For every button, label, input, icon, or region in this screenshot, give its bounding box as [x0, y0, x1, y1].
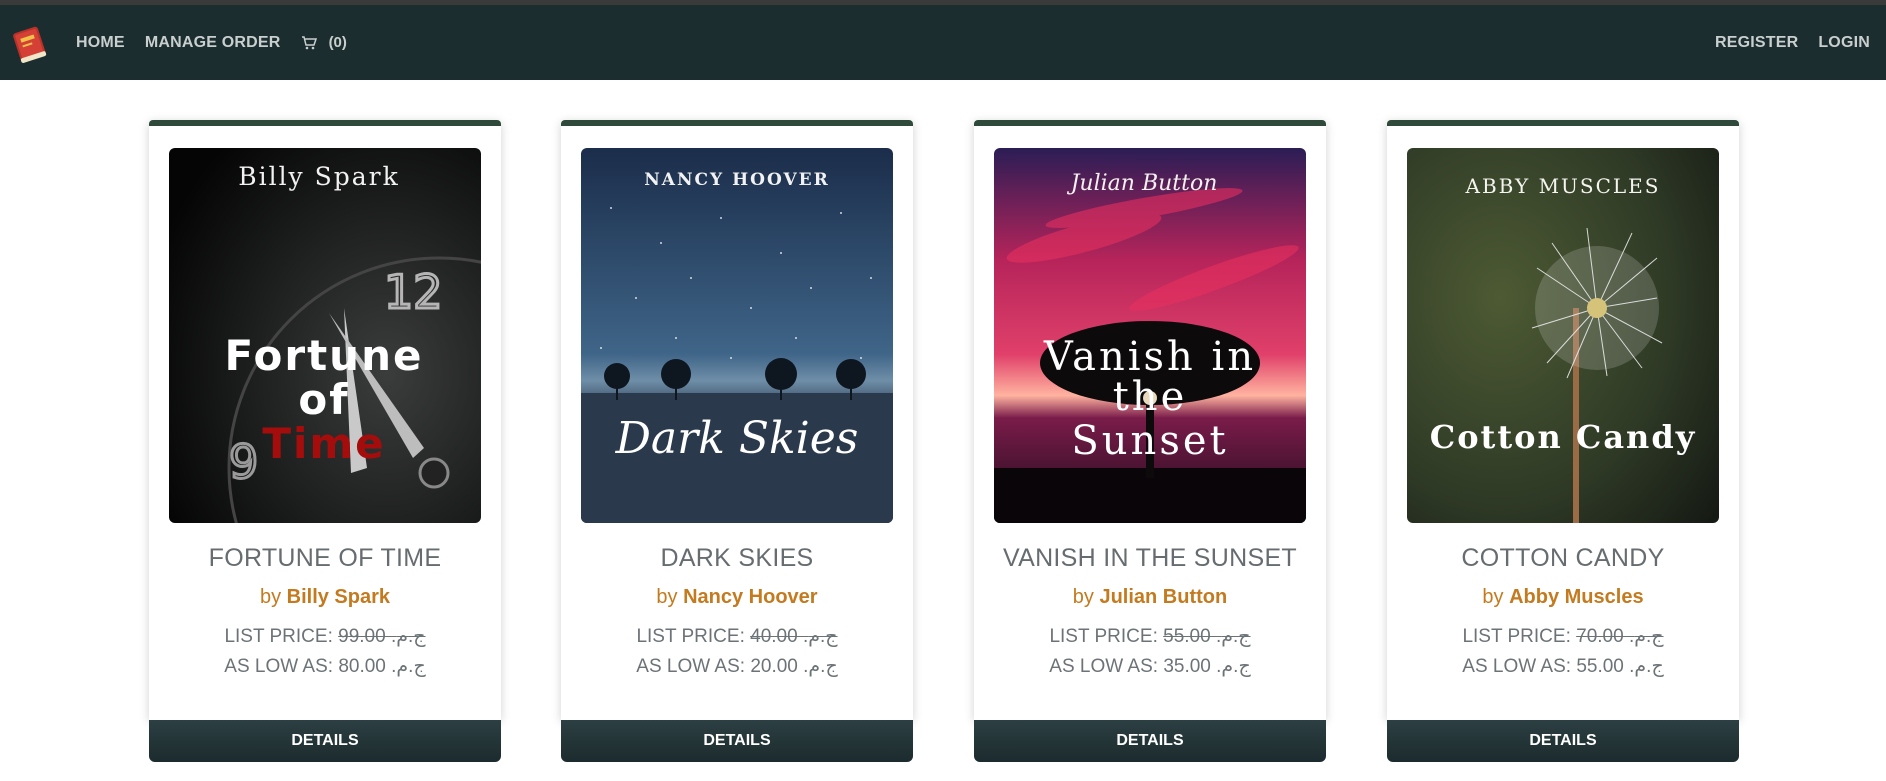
list-price-line: LIST PRICE: 55.00 .ج.م	[974, 625, 1326, 648]
svg-text:9: 9	[229, 435, 258, 489]
list-price-value: 55.00 .ج.م	[1163, 626, 1251, 647]
book-author: Abby Muscles	[1509, 586, 1644, 608]
details-button[interactable]: DETAILS	[1387, 720, 1739, 762]
list-price-line: LIST PRICE: 99.00 .ج.م	[149, 625, 501, 648]
book-author-line: by Abby Muscles	[1387, 586, 1739, 609]
low-price-label: AS LOW AS:	[1462, 656, 1572, 677]
cover-title-line-2: the	[1113, 374, 1188, 420]
low-price-value: 35.00 .ج.م	[1163, 656, 1251, 677]
book-author-line: by Julian Button	[974, 586, 1326, 609]
navbar: HOME MANAGE ORDER (0) REGISTER LOGIN	[0, 5, 1886, 80]
book-card-body: Julian Button Vanish in the Sunset VANIS…	[974, 120, 1326, 720]
low-price-value: 80.00 .ج.م	[338, 656, 426, 677]
book-cover-image[interactable]: NANCY HOOVER Dark Skies	[581, 148, 893, 523]
book-author: Nancy Hoover	[683, 586, 818, 608]
details-button[interactable]: DETAILS	[974, 720, 1326, 762]
book-author: Julian Button	[1099, 586, 1228, 608]
nav-cart[interactable]: (0)	[301, 34, 347, 51]
cover-author: NANCY HOOVER	[644, 170, 830, 190]
list-price-line: LIST PRICE: 40.00 .ج.م	[561, 625, 913, 648]
nav-home[interactable]: HOME	[76, 34, 125, 52]
cover-title-line-1: Fortune	[225, 331, 424, 380]
book-title[interactable]: FORTUNE OF TIME	[149, 544, 501, 573]
by-label: by	[656, 586, 678, 608]
list-price-label: LIST PRICE:	[1462, 626, 1571, 647]
nav-manage-order[interactable]: MANAGE ORDER	[145, 34, 281, 52]
list-price-label: LIST PRICE:	[224, 626, 333, 647]
list-price-line: LIST PRICE: 70.00 .ج.م	[1387, 625, 1739, 648]
book-author-line: by Billy Spark	[149, 586, 501, 609]
list-price-label: LIST PRICE:	[636, 626, 745, 647]
low-price-label: AS LOW AS:	[636, 656, 746, 677]
book-author-line: by Nancy Hoover	[561, 586, 913, 609]
by-label: by	[259, 586, 282, 608]
cover-title-line-3: Time	[262, 419, 385, 468]
cover-title-line-2: of	[298, 375, 349, 424]
book-cover-image[interactable]: 12 9 Billy Spark Fortune of Time	[169, 148, 481, 523]
by-label: by	[1072, 586, 1094, 608]
by-label: by	[1482, 586, 1504, 608]
details-button[interactable]: DETAILS	[149, 720, 501, 762]
book-author: Billy Spark	[286, 586, 391, 608]
book-card-body: ABBY MUSCLES Cotton Candy COTTON CANDY b…	[1387, 120, 1739, 720]
cart-count: (0)	[328, 34, 347, 51]
cover-title-line-3: Sunset	[1071, 418, 1228, 464]
book-card: Julian Button Vanish in the Sunset VANIS…	[974, 120, 1326, 762]
details-button[interactable]: DETAILS	[561, 720, 913, 762]
book-title[interactable]: DARK SKIES	[561, 544, 913, 573]
nav-register[interactable]: REGISTER	[1715, 34, 1798, 52]
book-card-body: 12 9 Billy Spark Fortune of Time FORTUNE…	[149, 120, 501, 720]
cart-icon	[301, 35, 317, 49]
cover-title-line-1: Dark Skies	[615, 413, 859, 464]
book-logo-icon[interactable]	[10, 21, 50, 65]
low-price-line: AS LOW AS: 35.00 .ج.م	[974, 655, 1326, 678]
list-price-value: 99.00 .ج.م	[338, 626, 426, 647]
book-grid: 12 9 Billy Spark Fortune of Time FORTUNE…	[0, 80, 1886, 780]
book-title[interactable]: VANISH IN THE SUNSET	[974, 544, 1326, 573]
low-price-line: AS LOW AS: 20.00 .ج.م	[561, 655, 913, 678]
low-price-line: AS LOW AS: 55.00 .ج.م	[1387, 655, 1739, 678]
book-cover-image[interactable]: ABBY MUSCLES Cotton Candy	[1407, 148, 1719, 523]
book-card-body: NANCY HOOVER Dark Skies DARK SKIES by Na…	[561, 120, 913, 720]
list-price-label: LIST PRICE:	[1049, 626, 1158, 647]
book-cover-image[interactable]: Julian Button Vanish in the Sunset	[994, 148, 1306, 523]
nav-right: REGISTER LOGIN	[1695, 34, 1870, 52]
nav-login[interactable]: LOGIN	[1818, 34, 1870, 52]
book-card: 12 9 Billy Spark Fortune of Time FORTUNE…	[149, 120, 501, 762]
cover-author: ABBY MUSCLES	[1465, 174, 1661, 198]
low-price-value: 55.00 .ج.م	[1576, 656, 1664, 677]
nav-left: HOME MANAGE ORDER (0)	[10, 21, 347, 65]
cover-author: Julian Button	[1067, 171, 1218, 196]
list-price-value: 70.00 .ج.م	[1576, 626, 1664, 647]
low-price-value: 20.00 .ج.م	[750, 656, 838, 677]
cover-author: Billy Spark	[238, 162, 400, 191]
book-card: ABBY MUSCLES Cotton Candy COTTON CANDY b…	[1387, 120, 1739, 762]
list-price-value: 40.00 .ج.م	[750, 626, 838, 647]
low-price-label: AS LOW AS:	[1049, 656, 1159, 677]
low-price-line: AS LOW AS: 80.00 .ج.م	[149, 655, 501, 678]
cover-title-line-1: Cotton Candy	[1430, 418, 1697, 456]
low-price-label: AS LOW AS:	[224, 656, 334, 677]
book-card: NANCY HOOVER Dark Skies DARK SKIES by Na…	[561, 120, 913, 762]
book-title[interactable]: COTTON CANDY	[1387, 544, 1739, 573]
svg-text:12: 12	[384, 265, 443, 319]
